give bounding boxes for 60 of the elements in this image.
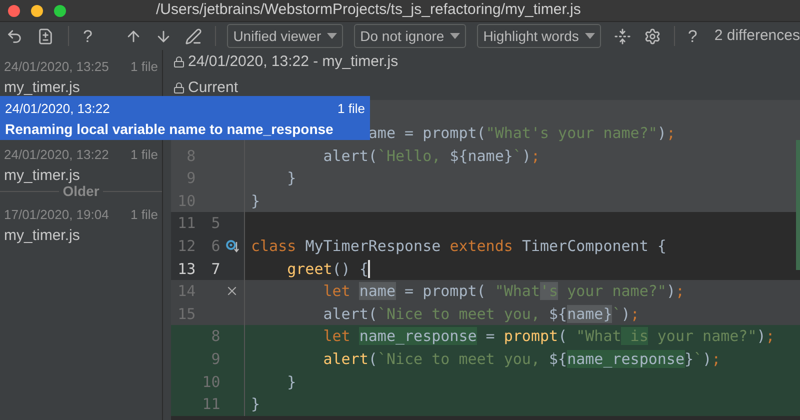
code-line: ame = prompt("What's your name?");	[368, 123, 676, 144]
entry-file-count: 1 file	[130, 206, 158, 224]
dropdown[interactable]: Do not ignore	[354, 24, 466, 48]
code-line: }	[251, 394, 260, 416]
dropdown[interactable]: Highlight words	[477, 24, 601, 48]
line-number: 11	[202, 395, 220, 414]
undo-icon[interactable]	[6, 28, 23, 44]
line-number: 6	[211, 237, 220, 256]
code-line: }	[287, 372, 296, 393]
line-number: 10	[202, 372, 220, 391]
entry-file-name: my_timer.js	[4, 226, 81, 246]
revision-label: 24/01/2020, 13:22 - my_timer.js	[188, 52, 398, 72]
entry-file-name: my_timer.js	[4, 166, 81, 186]
code-line: alert(`Hello, ${name}`);	[323, 146, 540, 167]
entry-description: Renaming local variable name to name_response	[5, 120, 334, 139]
zoom-window-button[interactable]	[54, 4, 66, 16]
settings-icon[interactable]	[644, 28, 661, 44]
dropdown[interactable]: Unified viewer	[227, 24, 344, 48]
history-entry[interactable]: 17/01/2020, 19:04 1 file my_timer.js	[0, 200, 162, 244]
entry-file-count: 1 file	[130, 58, 158, 76]
history-entry[interactable]: 24/01/2020, 13:22 1 file Renaming local variable name to name_response	[0, 96, 370, 140]
code-line: class MyTimerResponse extends TimerComponent {	[251, 236, 666, 258]
line-number: 5	[211, 214, 220, 232]
close-window-button[interactable]	[8, 4, 20, 16]
line-number: 12	[178, 237, 196, 256]
line-number: 9	[211, 350, 220, 368]
diff-file-icon[interactable]	[37, 28, 54, 44]
entry-file-count: 1 file	[338, 100, 365, 118]
code-line: }	[251, 190, 260, 212]
help-button[interactable]: ?	[688, 28, 698, 44]
entry-date: 24/01/2020, 13:22	[4, 146, 109, 164]
current-label: Current	[188, 78, 238, 98]
code-line: let name_response = prompt( "What is your name?");	[323, 326, 775, 348]
history-entry[interactable]: 24/01/2020, 13:25 1 file my_timer.js	[0, 52, 162, 96]
entry-file-count: 1 file	[130, 146, 158, 164]
line-number: 7	[211, 260, 220, 278]
line-number: 13	[178, 260, 196, 278]
caret-icon	[584, 33, 595, 39]
help-button[interactable]: ?	[83, 28, 92, 44]
code-line: }	[287, 168, 296, 190]
entry-date: 24/01/2020, 13:25	[4, 58, 109, 76]
caret-icon	[327, 33, 338, 39]
caret-icon	[450, 33, 460, 39]
minimize-window-button[interactable]	[31, 4, 43, 16]
code-line: greet() {	[287, 258, 370, 280]
group-separator-label: Older	[62, 182, 100, 200]
lock-icon	[173, 56, 185, 68]
entry-date: 17/01/2020, 19:04	[4, 206, 109, 224]
lock-icon	[173, 82, 185, 94]
history-entry[interactable]: 24/01/2020, 13:22 1 file my_timer.js	[0, 140, 162, 184]
collapse-icon[interactable]	[614, 28, 631, 44]
code-line: alert(`Nice to meet you, ${name_response}`);	[323, 348, 721, 370]
entry-file-name: my_timer.js	[4, 78, 81, 98]
entry-date: 24/01/2020, 13:22	[5, 100, 110, 118]
line-number: 8	[211, 327, 220, 346]
differences-count: 2 differences	[714, 26, 800, 46]
code-line: alert(`Nice to meet you, ${name}`);	[323, 304, 640, 325]
window-title: /Users/jetbrains/WebstormProjects/ts_js_refactoring/my_timer.js	[156, 0, 581, 20]
line-number: 11	[178, 214, 196, 232]
edit-icon[interactable]	[185, 28, 202, 44]
